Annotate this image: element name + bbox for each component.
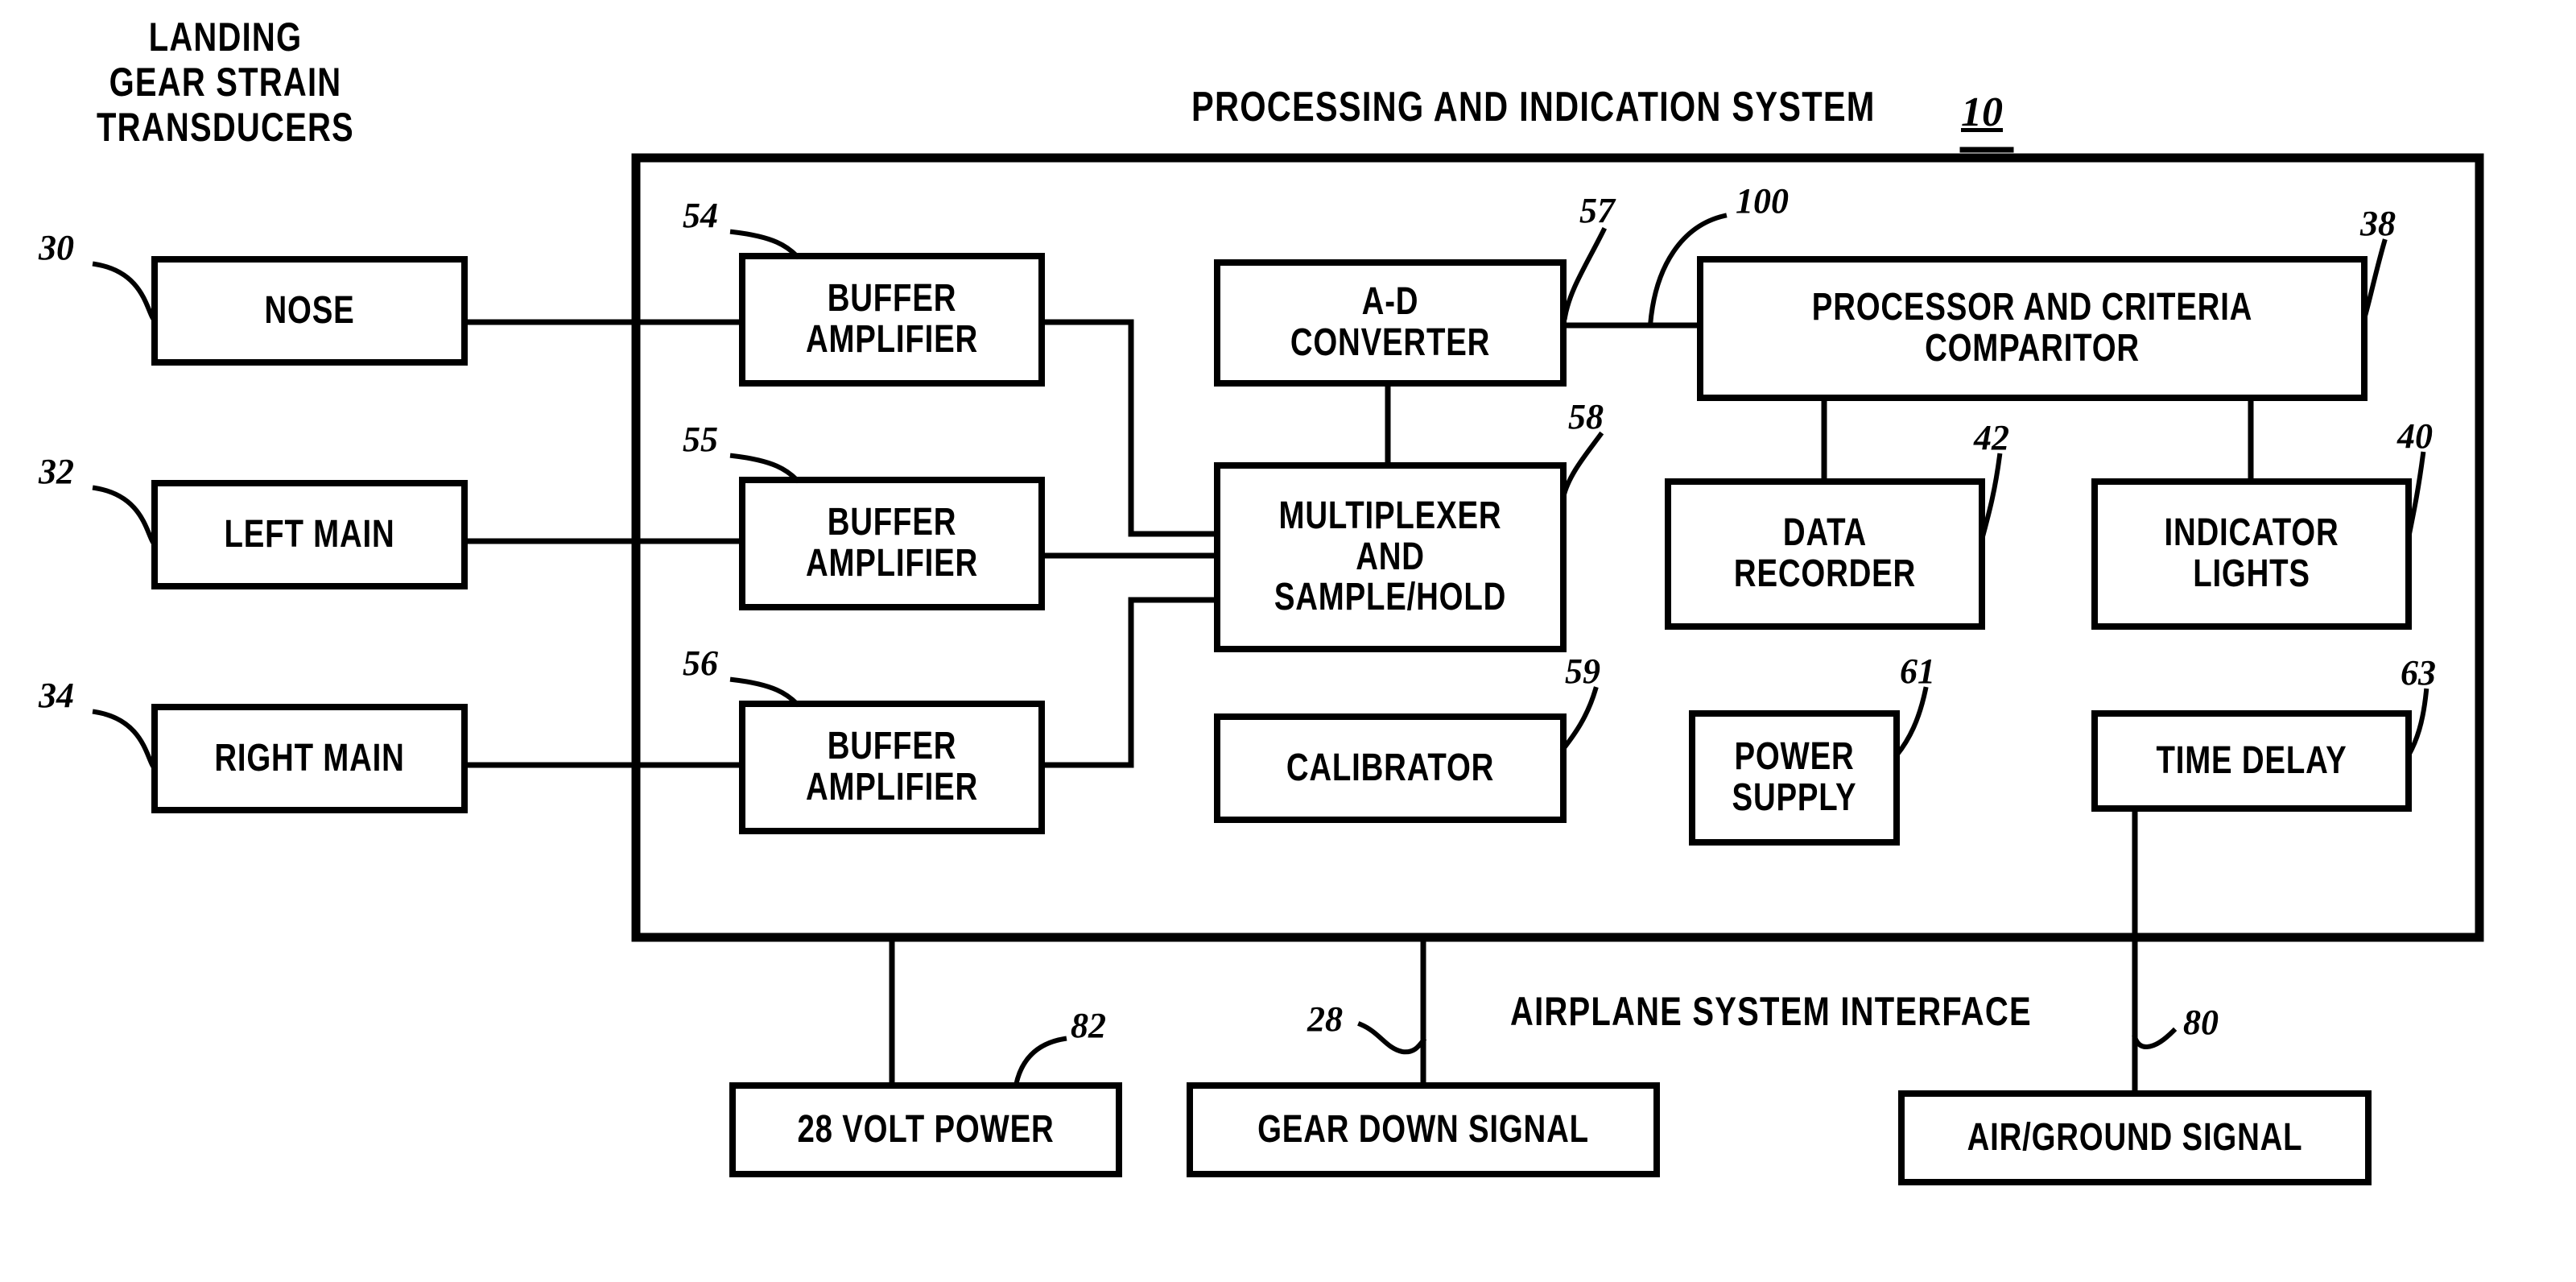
leader-100: [1647, 213, 1728, 329]
box-indicator-lights: [2091, 478, 2412, 630]
box-nose: [151, 256, 468, 366]
leader-56: [729, 676, 801, 708]
wire-buffer1-to-mux: [1038, 319, 1220, 537]
leader-55: [729, 453, 801, 484]
patent-figure: LANDING GEAR STRAIN TRANSDUCERS PROCESSI…: [0, 0, 2576, 1282]
box-gear-down: [1187, 1082, 1660, 1177]
box-processor: [1697, 256, 2368, 401]
box-power-supply: [1689, 710, 1900, 846]
box-buffer-amp-2: [739, 477, 1045, 610]
leader-54: [729, 229, 801, 260]
box-time-delay: [2091, 710, 2412, 812]
leader-28: [1357, 1021, 1427, 1055]
leader-30: [92, 261, 159, 325]
box-buffer-amp-3: [739, 701, 1045, 834]
box-right-main: [151, 704, 468, 813]
leader-82: [1013, 1036, 1067, 1089]
leader-32: [92, 485, 159, 548]
box-left-main: [151, 480, 468, 589]
box-data-recorder: [1665, 478, 1985, 630]
leader-80: [2132, 1027, 2178, 1050]
leader-59: [1559, 686, 1599, 753]
leader-61: [1893, 686, 1929, 759]
leader-57: [1562, 226, 1608, 320]
leader-34: [92, 709, 159, 772]
box-volt-power: [729, 1082, 1122, 1177]
box-buffer-amp-1: [739, 253, 1045, 387]
leader-58: [1560, 431, 1604, 501]
diagram-vector-layer: [92, 147, 2484, 1185]
box-ad-converter: [1214, 259, 1567, 387]
box-calibrator: [1214, 713, 1567, 823]
wire-buffer3-to-mux: [1038, 597, 1220, 768]
box-multiplexer: [1214, 462, 1567, 652]
box-air-ground: [1898, 1090, 2372, 1185]
